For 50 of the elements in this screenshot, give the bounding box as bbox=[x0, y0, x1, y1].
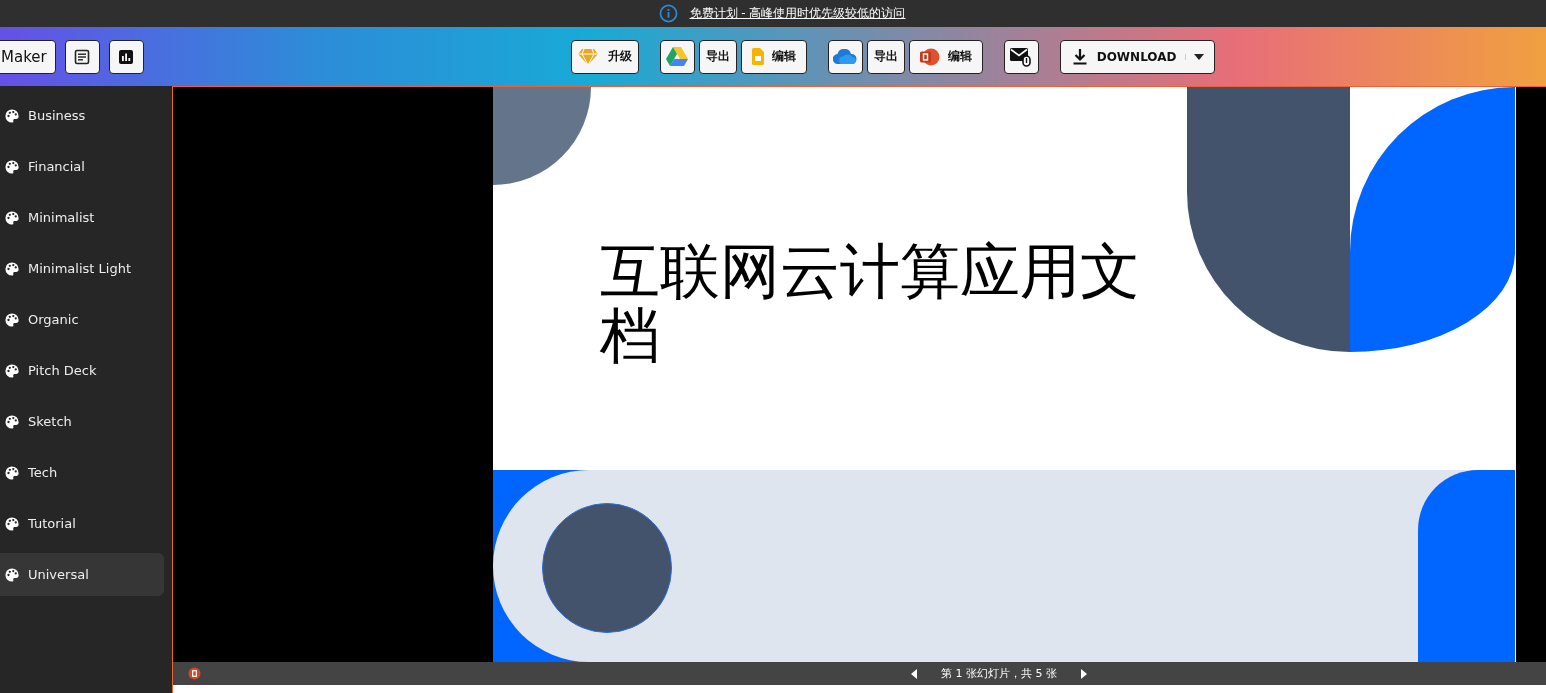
presentation-file-icon bbox=[919, 47, 940, 66]
info-icon bbox=[658, 4, 678, 23]
palette-icon bbox=[5, 363, 19, 378]
palette-icon bbox=[5, 465, 19, 480]
free-plan-link[interactable]: 免费计划 - 高峰使用时优先级较低的访问 bbox=[689, 5, 906, 22]
palette-icon bbox=[5, 567, 19, 582]
email-button[interactable] bbox=[1003, 39, 1039, 74]
palette-icon bbox=[5, 159, 19, 174]
onedrive-button[interactable] bbox=[827, 39, 863, 74]
slide-title: 互联网云计算应用文档 bbox=[600, 239, 1141, 367]
mail-attachment-icon bbox=[1010, 46, 1033, 67]
theme-item[interactable]: Minimalist Light bbox=[0, 247, 164, 290]
theme-item[interactable]: Pitch Deck bbox=[0, 349, 164, 392]
bar-chart-icon bbox=[118, 48, 135, 65]
slide-counter: 第 1 张幻灯片，共 5 张 bbox=[941, 666, 1057, 681]
chart-view-button[interactable] bbox=[108, 39, 144, 74]
theme-item[interactable]: Financial bbox=[0, 145, 164, 188]
palette-icon bbox=[5, 414, 19, 429]
export-button[interactable]: 导出 bbox=[866, 39, 905, 74]
document-icon bbox=[74, 48, 91, 65]
edit-button[interactable]: 编辑 bbox=[740, 39, 807, 74]
sheet-icon bbox=[751, 48, 764, 65]
palette-icon bbox=[5, 516, 19, 531]
theme-item[interactable]: Business bbox=[0, 94, 164, 137]
document-view-button[interactable] bbox=[64, 39, 100, 74]
presentation-file-icon bbox=[188, 667, 201, 680]
google-drive-button[interactable] bbox=[659, 39, 695, 74]
theme-item[interactable]: Universal bbox=[0, 553, 164, 596]
palette-icon bbox=[5, 210, 19, 225]
theme-item[interactable]: Tech bbox=[0, 451, 164, 494]
drive-triangle-icon bbox=[666, 47, 689, 66]
maker-button[interactable]: Maker bbox=[0, 39, 56, 74]
upgrade-button[interactable]: 升级 bbox=[570, 39, 639, 74]
palette-icon bbox=[5, 108, 19, 123]
caret-icon[interactable] bbox=[1184, 53, 1204, 60]
palette-icon bbox=[5, 261, 19, 276]
download-split-button[interactable]: DOWNLOAD bbox=[1059, 39, 1215, 74]
cloud-icon bbox=[833, 49, 858, 64]
theme-item[interactable]: Organic bbox=[0, 298, 164, 341]
palette-icon bbox=[5, 312, 19, 327]
previous-slide-icon[interactable] bbox=[911, 668, 917, 679]
theme-item[interactable]: Tutorial bbox=[0, 502, 164, 545]
diamond-icon bbox=[577, 47, 598, 66]
theme-item[interactable]: Sketch bbox=[0, 400, 164, 443]
export-button[interactable]: 导出 bbox=[698, 39, 737, 74]
next-slide-icon[interactable] bbox=[1081, 668, 1087, 679]
download-icon bbox=[1072, 48, 1087, 65]
edit-button[interactable]: 编辑 bbox=[908, 39, 983, 74]
download-label: DOWNLOAD bbox=[1096, 49, 1177, 64]
theme-item[interactable]: Minimalist bbox=[0, 196, 164, 239]
